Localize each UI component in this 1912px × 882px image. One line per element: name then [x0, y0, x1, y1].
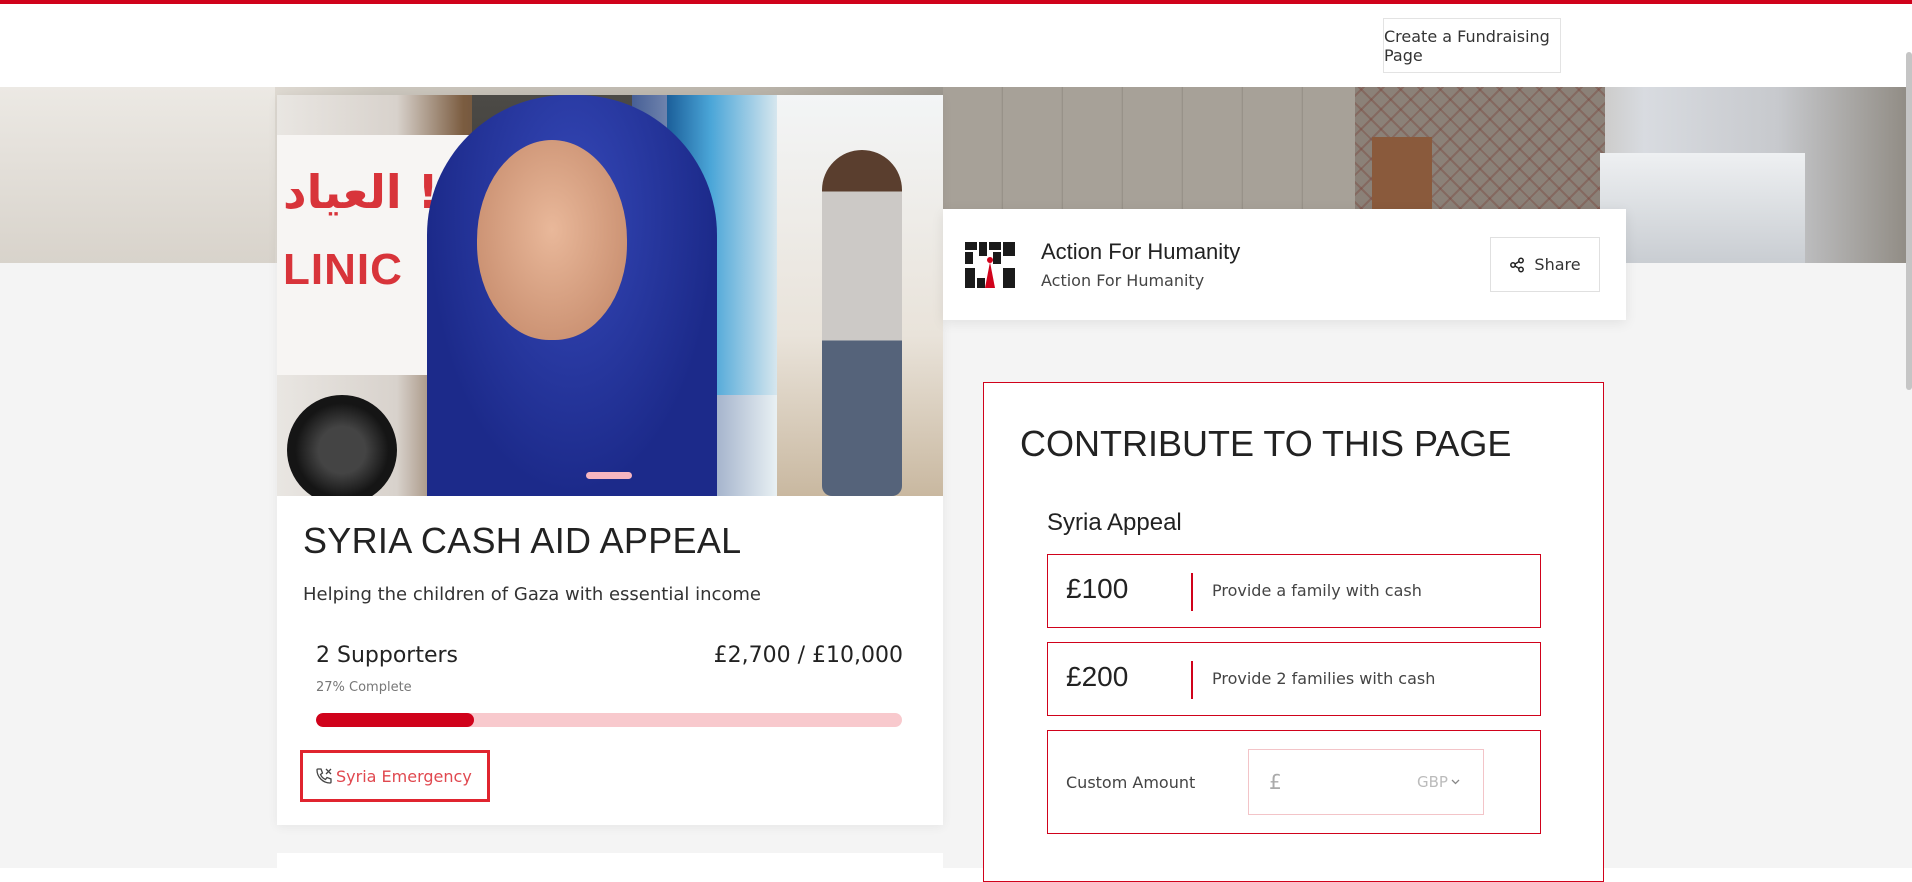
campaign-subtitle: Helping the children of Gaza with essent… [303, 584, 762, 605]
chevron-down-icon [1451, 779, 1460, 785]
custom-amount-field[interactable]: £ GBP [1248, 749, 1484, 815]
option-description: Provide 2 families with cash [1212, 669, 1436, 688]
organisation-card: Action For Humanity Action For Humanity … [943, 209, 1626, 320]
syria-emergency-tag[interactable]: Syria Emergency [300, 750, 490, 802]
progress-bar [316, 713, 902, 727]
supporters-count: 2 Supporters [316, 643, 459, 668]
phone-link-icon [316, 768, 332, 784]
second-card [277, 853, 943, 873]
organisation-logo [963, 238, 1018, 292]
organisation-name: Action For Humanity [1041, 239, 1241, 264]
percent-complete: 27% Complete [316, 680, 412, 695]
option-amount: £100 [1066, 573, 1129, 604]
campaign-card: العياد !! LINIC SYRIA CASH AID APPEAL He… [277, 95, 943, 825]
contribute-panel: CONTRIBUTE TO THIS PAGE Syria Appeal £10… [983, 382, 1604, 882]
currency-symbol: £ [1269, 770, 1282, 794]
contribute-title: CONTRIBUTE TO THIS PAGE [1020, 423, 1512, 464]
donation-option-100[interactable]: £100 Provide a family with cash [1047, 554, 1541, 628]
campaign-title: SYRIA CASH AID APPEAL [303, 520, 742, 561]
share-button[interactable]: Share [1490, 237, 1600, 292]
tag-label: Syria Emergency [336, 766, 472, 786]
donation-option-200[interactable]: £200 Provide 2 families with cash [1047, 642, 1541, 716]
custom-amount-input[interactable] [1293, 768, 1397, 798]
custom-amount-label: Custom Amount [1066, 773, 1196, 792]
currency-select[interactable]: GBP [1417, 773, 1460, 791]
appeal-name: Syria Appeal [1047, 509, 1182, 536]
amount-raised: £2,700 / £10,000 [713, 643, 903, 668]
organisation-subtitle: Action For Humanity [1041, 271, 1205, 290]
campaign-photo: العياد !! LINIC [277, 95, 943, 496]
option-description: Provide a family with cash [1212, 581, 1422, 600]
custom-amount-row: Custom Amount £ GBP [1047, 730, 1541, 834]
share-icon [1510, 257, 1525, 272]
site-header: Create a Fundraising Page [0, 4, 1912, 87]
option-amount: £200 [1066, 661, 1129, 692]
option-divider [1191, 573, 1193, 611]
progress-bar-fill [316, 713, 475, 727]
create-fundraising-page-button[interactable]: Create a Fundraising Page [1383, 18, 1561, 73]
page-scrollbar[interactable] [1906, 52, 1912, 390]
share-label: Share [1534, 255, 1581, 274]
option-divider [1191, 661, 1193, 699]
carousel-indicator[interactable] [586, 472, 632, 479]
currency-label: GBP [1417, 773, 1448, 791]
